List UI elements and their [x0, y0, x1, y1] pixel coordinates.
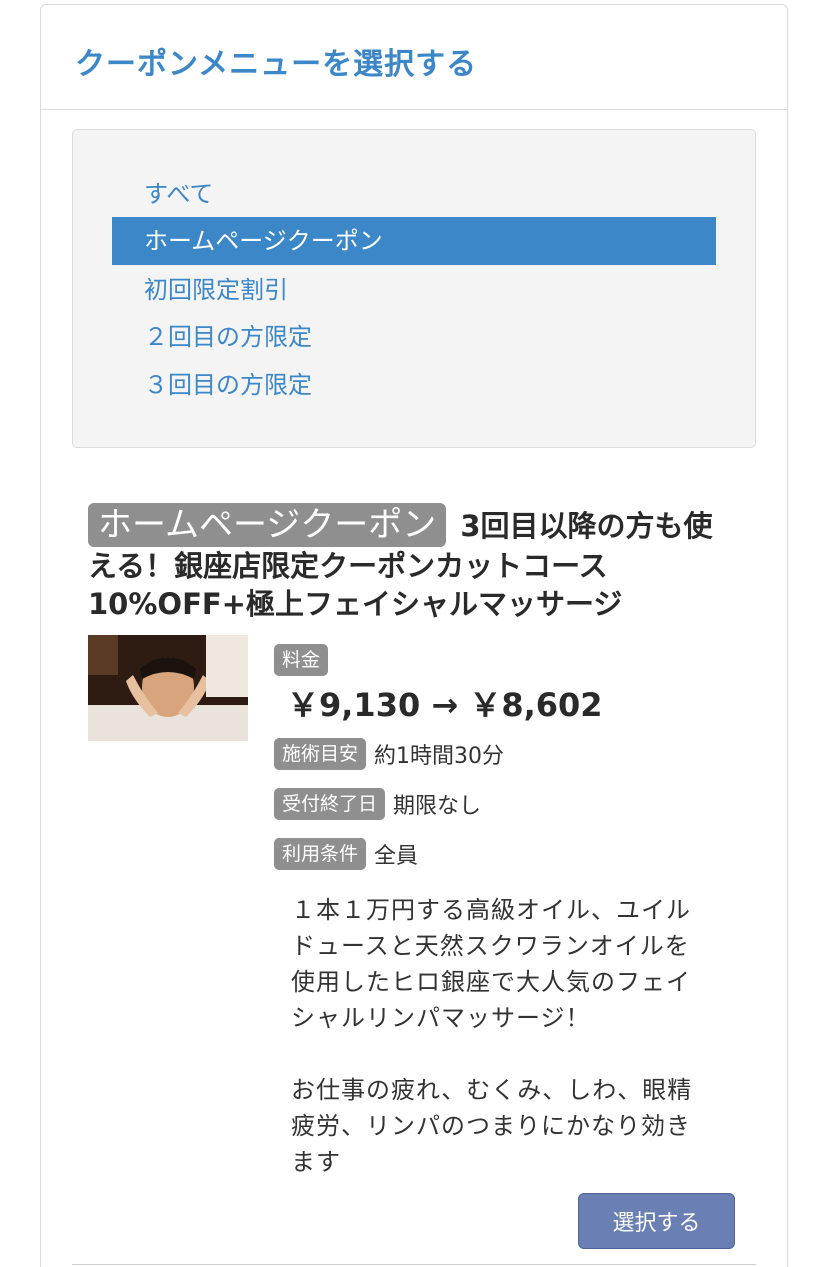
facial-massage-photo: [88, 635, 248, 741]
condition-value: 全員: [374, 844, 419, 869]
coupon-heading: ホームページクーポン 3回目以降の方も使える！銀座店限定クーポンカットコース10%…: [88, 503, 738, 623]
menu-item-first-time[interactable]: 初回限定割引: [112, 266, 716, 314]
coupon-description: １本１万円する高級オイル、ユイルドュースと天然スクワランオイルを使用したヒロ銀座…: [291, 896, 693, 1176]
menu-item-second-visit[interactable]: ２回目の方限定: [112, 313, 716, 361]
price-value: ￥9,130 → ￥8,602: [287, 686, 603, 724]
divider: [72, 1264, 756, 1265]
duration-value: 約1時間30分: [374, 744, 505, 769]
divider: [41, 109, 787, 110]
price-label: 料金: [274, 644, 329, 676]
deadline-row: 受付終了日 期限なし: [274, 787, 481, 821]
coupon-thumbnail: [88, 635, 248, 741]
duration-row: 施術目安 約1時間30分: [274, 737, 504, 771]
coupon-type-badge: ホームページクーポン: [88, 503, 447, 547]
deadline-label: 受付終了日: [274, 788, 386, 820]
condition-row: 利用条件 全員: [274, 837, 418, 871]
panel-title: クーポンメニューを選択する: [75, 47, 478, 82]
coupon-category-menu: すべて ホームページクーポン 初回限定割引 ２回目の方限定 ３回目の方限定: [72, 129, 756, 448]
menu-item-third-visit[interactable]: ３回目の方限定: [112, 361, 716, 409]
condition-label: 利用条件: [274, 838, 367, 870]
deadline-value: 期限なし: [393, 794, 482, 819]
duration-label: 施術目安: [274, 738, 367, 770]
menu-item-homepage-coupon[interactable]: ホームページクーポン: [112, 217, 716, 265]
menu-item-all[interactable]: すべて: [112, 170, 716, 218]
select-coupon-button[interactable]: 選択する: [578, 1193, 735, 1249]
